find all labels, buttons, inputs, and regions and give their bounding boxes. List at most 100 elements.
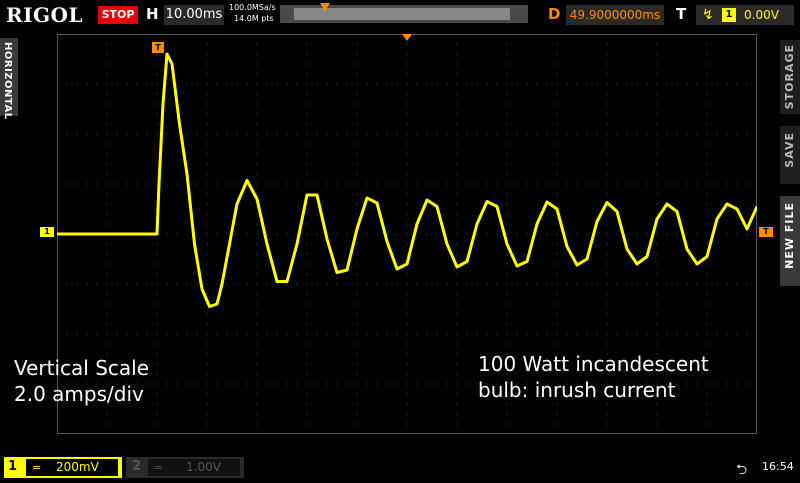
grid-dot xyxy=(356,213,358,215)
trigger-readout[interactable]: ↯ 1 0.00V xyxy=(696,5,794,25)
storage-menu-tab[interactable]: STORAGE xyxy=(780,40,800,114)
grid-dot xyxy=(146,83,148,85)
grid-dot xyxy=(86,333,88,335)
grid-dot xyxy=(106,153,108,155)
dc-coupling-icon: = xyxy=(32,461,42,474)
new-file-menu-tab[interactable]: NEW FILE xyxy=(780,196,800,286)
grid-dot xyxy=(416,183,418,185)
grid-dot xyxy=(626,333,628,335)
ch1-offset-marker[interactable]: 1 xyxy=(40,227,54,237)
grid-dot xyxy=(156,53,158,55)
grid-dot xyxy=(166,83,168,85)
horizontal-center-marker-icon xyxy=(402,34,412,41)
grid-dot xyxy=(556,403,558,405)
grid-dot xyxy=(206,203,208,205)
grid-dot xyxy=(466,83,468,85)
grid-dot xyxy=(156,353,158,355)
grid-dot xyxy=(706,313,708,315)
grid-dot xyxy=(546,233,548,235)
grid-dot xyxy=(216,83,218,85)
grid-dot xyxy=(706,263,708,265)
grid-dot xyxy=(516,333,518,335)
grid-dot xyxy=(656,123,658,125)
grid-dot xyxy=(106,173,108,175)
grid-dot xyxy=(556,203,558,205)
grid-dot xyxy=(256,113,258,115)
grid-dot xyxy=(346,183,348,185)
grid-dot xyxy=(57,283,58,285)
grid-dot xyxy=(206,313,208,315)
grid-dot xyxy=(136,333,138,335)
grid-dot xyxy=(306,233,308,235)
grid-dot xyxy=(406,243,408,245)
grid-dot xyxy=(456,393,458,395)
horizontal-label: H xyxy=(146,5,159,23)
grid-dot xyxy=(506,233,508,235)
grid-dot xyxy=(256,263,258,265)
grid-dot xyxy=(156,113,158,115)
grid-dot xyxy=(506,163,508,165)
grid-dot xyxy=(606,253,608,255)
grid-dot xyxy=(296,83,298,85)
grid-dot xyxy=(556,273,558,275)
grid-dot xyxy=(616,333,618,335)
grid-dot xyxy=(166,283,168,285)
grid-dot xyxy=(656,213,658,215)
grid-dot xyxy=(366,133,368,135)
ch2-scale-box[interactable]: 2 = 1.00V xyxy=(126,457,244,478)
grid-dot xyxy=(326,83,328,85)
save-menu-tab[interactable]: SAVE xyxy=(780,126,800,184)
grid-dot xyxy=(256,293,258,295)
grid-dot xyxy=(336,83,338,85)
grid-dot xyxy=(336,383,338,385)
grid-dot xyxy=(326,383,328,385)
grid-dot xyxy=(456,383,458,385)
grid-dot xyxy=(726,283,728,285)
grid-dot xyxy=(266,283,268,285)
run-stop-status[interactable]: STOP xyxy=(98,6,138,24)
grid-dot xyxy=(106,303,108,305)
grid-dot xyxy=(306,113,308,115)
grid-dot xyxy=(426,383,428,385)
grid-dot xyxy=(356,243,358,245)
grid-dot xyxy=(196,133,198,135)
grid-dot xyxy=(676,233,678,235)
grid-dot xyxy=(306,323,308,325)
trigger-position-marker[interactable]: T xyxy=(152,42,164,53)
grid-dot xyxy=(156,63,158,65)
grid-dot xyxy=(106,433,108,434)
grid-dot xyxy=(456,163,458,165)
grid-dot xyxy=(236,83,238,85)
grid-dot xyxy=(706,303,708,305)
ch1-scale-box[interactable]: 1 = 200mV xyxy=(4,457,122,478)
grid-dot xyxy=(336,133,338,135)
grid-dot xyxy=(706,433,708,434)
trigger-level-marker[interactable]: T xyxy=(759,227,773,237)
delay-readout[interactable]: 49.9000000ms xyxy=(566,5,664,25)
memory-trigger-marker-icon xyxy=(320,3,330,11)
grid-dot xyxy=(706,423,708,425)
timebase-readout[interactable]: 10.00ms xyxy=(164,5,224,25)
grid-dot xyxy=(306,353,308,355)
grid-dot xyxy=(606,53,608,55)
grid-dot xyxy=(706,123,708,125)
grid-dot xyxy=(456,133,458,135)
grid-dot xyxy=(656,303,658,305)
grid-dot xyxy=(296,383,298,385)
horizontal-menu-tab[interactable]: HORIZONTAL xyxy=(0,38,18,120)
grid-dot xyxy=(206,393,208,395)
grid-dot xyxy=(296,233,298,235)
grid-dot xyxy=(406,53,408,55)
grid-dot xyxy=(756,233,757,235)
grid-dot xyxy=(256,73,258,75)
grid-dot xyxy=(456,183,458,185)
grid-dot xyxy=(556,83,558,85)
grid-dot xyxy=(166,183,168,185)
grid-dot xyxy=(556,223,558,225)
grid-dot xyxy=(456,343,458,345)
grid-dot xyxy=(756,83,757,85)
grid-dot xyxy=(106,243,108,245)
grid-dot xyxy=(456,243,458,245)
grid-dot xyxy=(336,233,338,235)
grid-dot xyxy=(256,403,258,405)
